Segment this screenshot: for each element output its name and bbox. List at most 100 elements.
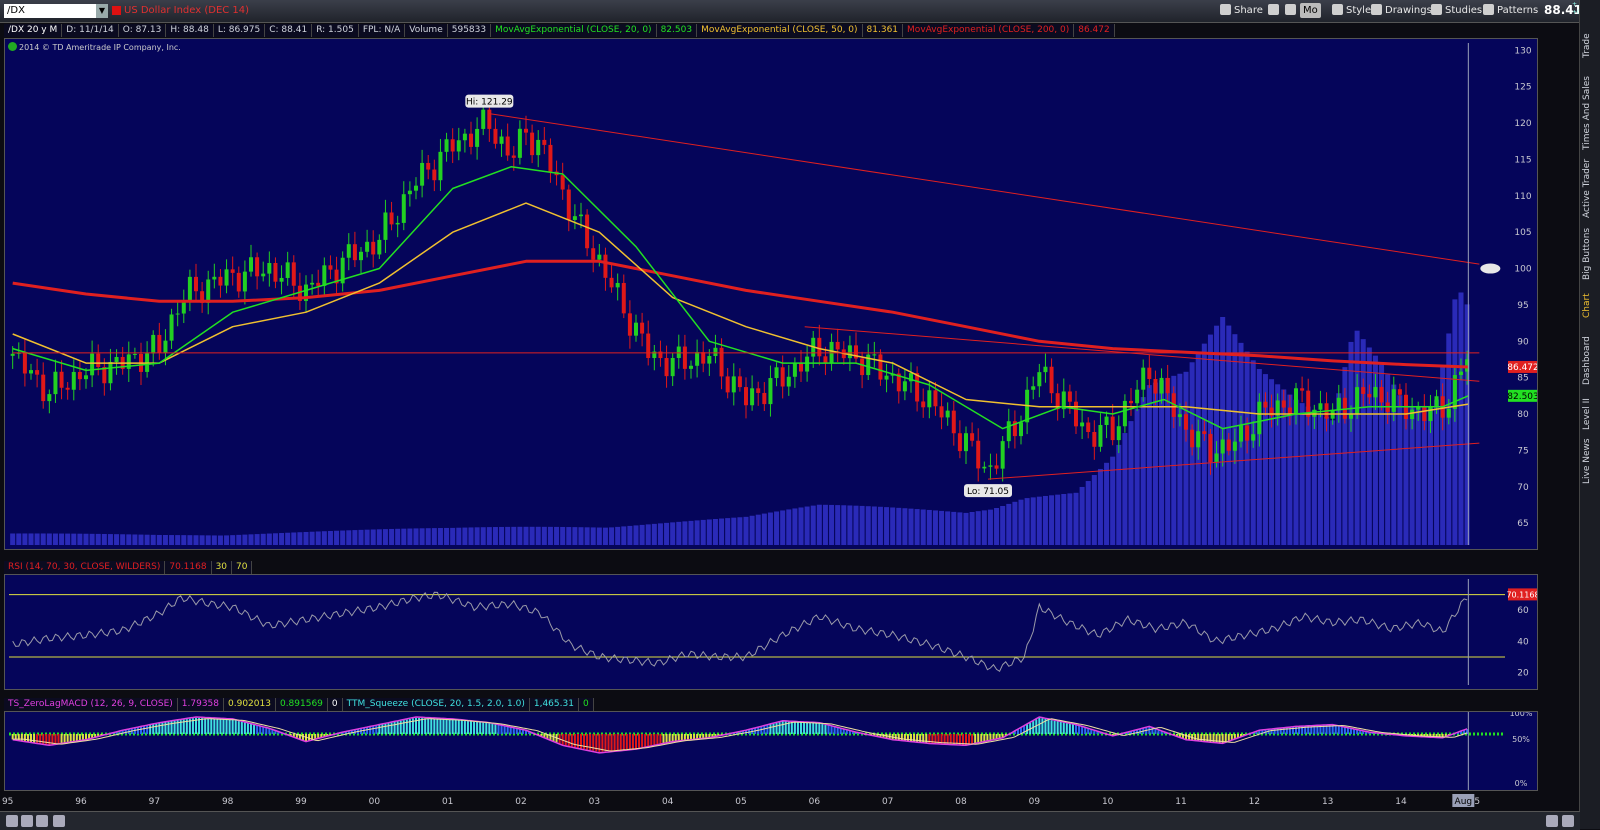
- x-tick-label: 13: [1322, 797, 1333, 807]
- candle-body: [1208, 433, 1213, 462]
- macd-histogram-bar: [250, 724, 252, 734]
- rsi-chart[interactable]: 20 40 60 70.1168: [5, 575, 1537, 689]
- scroll-forward-icon[interactable]: [1562, 815, 1574, 827]
- candle-body: [1110, 416, 1115, 441]
- candle-body: [964, 433, 968, 452]
- candle-body: [1214, 453, 1219, 462]
- settings-button[interactable]: [1282, 3, 1302, 18]
- macd-histogram-bar: [650, 734, 653, 746]
- macd-histogram-bar: [1081, 726, 1084, 734]
- candle-body: [1312, 409, 1317, 417]
- macd-histogram-bar: [800, 722, 802, 734]
- tab-active-trader[interactable]: Active Trader: [1582, 159, 1592, 218]
- zoom-out-icon[interactable]: [6, 815, 18, 827]
- macd-histogram-bar: [201, 718, 204, 734]
- macd-histogram-bar: [140, 726, 142, 734]
- candle-body: [1245, 425, 1250, 441]
- candle-body: [469, 133, 473, 147]
- candle-body: [1336, 397, 1341, 410]
- squeeze-alert: 0: [578, 698, 594, 711]
- macd-histogram-bar: [216, 718, 219, 734]
- symbol-input[interactable]: /DX: [4, 4, 102, 18]
- candle-body: [835, 341, 840, 350]
- macd-histogram-bar: [894, 734, 897, 740]
- tab-live-news[interactable]: Live News: [1582, 438, 1592, 484]
- candle-body: [1165, 377, 1170, 394]
- volume-bar: [719, 518, 725, 545]
- macd-histogram-bar: [1343, 727, 1346, 734]
- volume-bar: [242, 534, 248, 545]
- volume-bar: [156, 534, 162, 545]
- volume-bar: [260, 533, 266, 545]
- volume-bar: [761, 513, 767, 545]
- macd-histogram-bar: [372, 726, 375, 734]
- study-ema200[interactable]: MovAvgExponential (CLOSE, 200, 0): [903, 24, 1075, 37]
- macd-histogram-bar: [552, 734, 555, 742]
- zoom-in-icon[interactable]: [21, 815, 33, 827]
- macd-study-label[interactable]: TS_ZeroLagMACD (12, 26, 9, CLOSE): [4, 698, 178, 711]
- rsi-panel[interactable]: 20 40 60 70.1168: [4, 574, 1538, 690]
- candle-body: [572, 216, 577, 220]
- candle-body: [933, 390, 938, 407]
- macd-histogram-bar: [228, 719, 231, 734]
- macd-chart[interactable]: 100% 50% 0%: [5, 712, 1537, 790]
- macd-histogram-bar: [11, 734, 14, 740]
- candle-body: [530, 132, 535, 156]
- tab-times-and-sales[interactable]: Times And Sales: [1582, 76, 1592, 150]
- macd-histogram-bar: [564, 734, 567, 746]
- candle-body: [939, 406, 944, 418]
- study-ema20[interactable]: MovAvgExponential (CLOSE, 20, 0): [491, 24, 657, 37]
- info-fpl: FPL: N/A: [358, 24, 406, 37]
- study-ema50[interactable]: MovAvgExponential (CLOSE, 50, 0): [697, 24, 863, 37]
- x-axis: 95 96 97 98 99 00 01 02 03 04 05 06 07 08 09 10 11 12 13 14…: [2, 794, 1480, 807]
- macd-panel[interactable]: 100% 50% 0%: [4, 711, 1538, 791]
- candle-body: [29, 370, 33, 374]
- share-button[interactable]: Share: [1217, 3, 1266, 18]
- macd-histogram-bar: [638, 734, 641, 748]
- chart-period[interactable]: /DX 20 y M: [4, 24, 63, 37]
- volume-bar: [224, 535, 230, 545]
- zoom-fit-icon[interactable]: [36, 815, 48, 827]
- candle-body: [310, 282, 315, 285]
- tab-chart[interactable]: Chart: [1582, 293, 1592, 318]
- tab-level-ii[interactable]: Level II: [1582, 398, 1592, 430]
- macd-histogram-bar: [607, 734, 610, 752]
- tab-dashboard[interactable]: Dashboard: [1582, 336, 1592, 385]
- candle-body: [805, 356, 810, 372]
- price-tag-label: 82.503: [1507, 392, 1537, 402]
- candle-body: [71, 371, 76, 390]
- patterns-button[interactable]: Patterns: [1480, 3, 1541, 18]
- volume-bar: [578, 527, 584, 545]
- tab-big-buttons[interactable]: Big Buttons: [1582, 228, 1592, 280]
- symbol-dropdown-icon[interactable]: ▼: [96, 4, 108, 18]
- rsi-study-label[interactable]: RSI (14, 70, 30, CLOSE, WILDERS): [4, 561, 166, 574]
- volume-bar: [1085, 481, 1091, 545]
- candle-body: [230, 269, 235, 273]
- candle-body: [1147, 367, 1152, 379]
- macd-info-bar: TS_ZeroLagMACD (12, 26, 9, CLOSE) 1.79358…: [4, 698, 594, 711]
- macd-histogram-bar: [1227, 734, 1230, 741]
- macd-histogram-bar: [387, 723, 390, 734]
- mode-button[interactable]: Mo: [1300, 3, 1321, 18]
- macd-histogram-bar: [671, 734, 674, 742]
- candle-body: [426, 162, 431, 170]
- macd-histogram-bar: [375, 725, 378, 734]
- drawings-button[interactable]: Drawings: [1368, 3, 1435, 18]
- price-chart[interactable]: 65 70 75 80 85 90 95 100 105 110 115 120 125 130 Hi: 1…: [5, 39, 1537, 549]
- scroll-back-icon[interactable]: [1546, 815, 1558, 827]
- tab-trade[interactable]: Trade: [1582, 33, 1592, 58]
- volume-bar: [150, 534, 156, 545]
- studies-button[interactable]: Studies: [1428, 3, 1485, 18]
- macd-histogram-bar: [213, 718, 216, 734]
- macd-histogram-bar: [696, 734, 699, 739]
- x-tick-label: 98: [222, 797, 234, 807]
- candle-body: [603, 254, 608, 278]
- volume-bar: [1030, 497, 1036, 545]
- scroll-left-icon[interactable]: [53, 815, 65, 827]
- candle-body: [1373, 386, 1378, 398]
- macd-histogram-bar: [977, 734, 980, 743]
- price-panel[interactable]: 2014 © TD Ameritrade IP Company, Inc. 65…: [4, 38, 1538, 550]
- macd-histogram-bar: [155, 723, 158, 734]
- macd-histogram-bar: [573, 734, 576, 748]
- squeeze-study-label[interactable]: TTM_Squeeze (CLOSE, 20, 1.5, 2.0, 1.0): [342, 698, 530, 711]
